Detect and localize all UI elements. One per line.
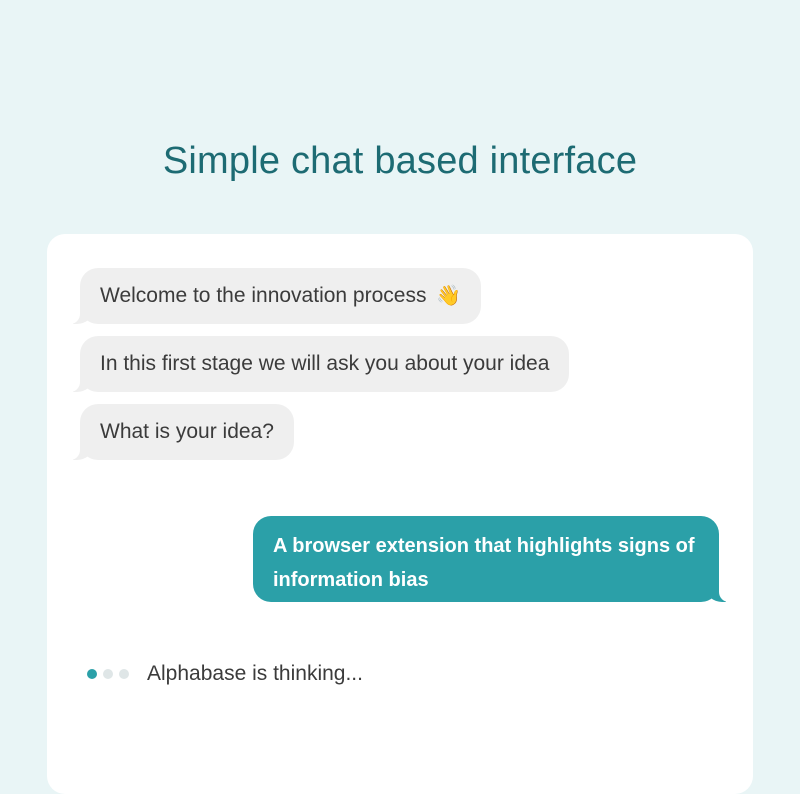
page-title: Simple chat based interface: [162, 140, 638, 182]
chat-message-stage-intro: In this first stage we will ask you abou…: [69, 336, 570, 392]
reply-text: A browser extension that highlights sign…: [273, 535, 695, 591]
message-text: Welcome to the innovation process: [100, 284, 427, 307]
typing-dot: [103, 669, 113, 679]
typing-indicator: Alphabase is thinking...: [87, 662, 363, 686]
chat-panel: Welcome to the innovation process 👋 In t…: [47, 234, 753, 794]
chat-message-user-reply: A browser extension that highlights sign…: [253, 516, 729, 602]
message-text: In this first stage we will ask you abou…: [100, 352, 550, 375]
typing-dot: [87, 669, 97, 679]
chat-message-welcome: Welcome to the innovation process 👋: [69, 268, 482, 324]
chat-message-question: What is your idea?: [70, 404, 294, 460]
waving-hand-icon: 👋: [436, 285, 462, 307]
thinking-status-text: Alphabase is thinking...: [147, 662, 363, 685]
typing-dots-icon: [87, 669, 129, 679]
typing-dot: [119, 669, 129, 679]
message-text: What is your idea?: [100, 420, 274, 443]
